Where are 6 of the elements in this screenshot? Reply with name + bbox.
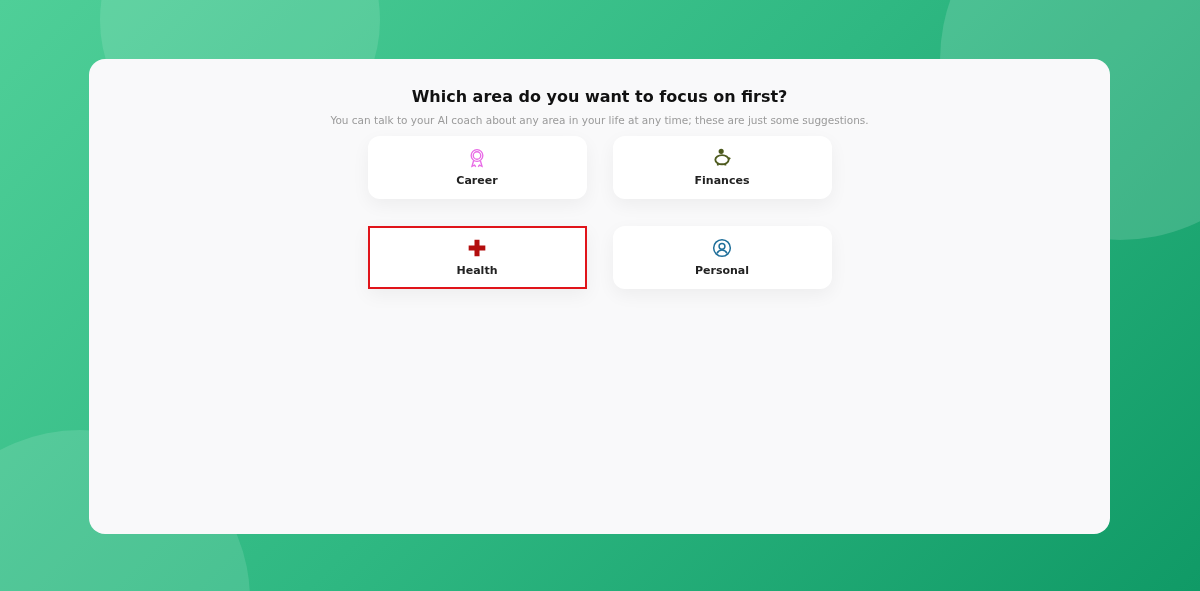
area-option[interactable]: Finances: [612, 136, 832, 199]
area-option[interactable]: Personal: [612, 226, 832, 289]
question-title: Which area do you want to focus on first?: [411, 87, 788, 106]
area-option[interactable]: Career: [367, 136, 587, 199]
area-option[interactable]: Health: [367, 226, 587, 289]
subtitle: You can talk to your AI coach about any area in your life at any time; these are just some suggestions.: [330, 114, 869, 126]
